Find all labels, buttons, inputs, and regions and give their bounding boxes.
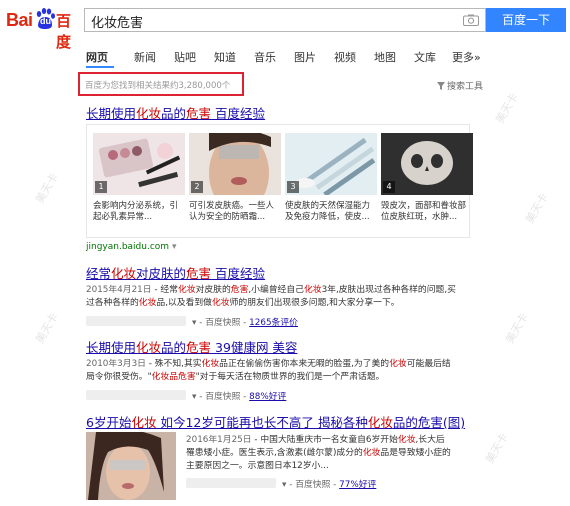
watermark: 美天卡 [493,90,521,126]
watermark: 美天卡 [483,430,511,466]
thumbnail-number: 2 [191,181,203,193]
watermark: 美天卡 [33,310,61,346]
tab-web[interactable]: 网页 [86,49,108,65]
result-snippet-4-line-1: 2016年1月25日 - 中国大陆重庆市一名女童自6岁开始化妆,长大后 [186,435,445,445]
thumbnail-brushes[interactable]: 3 [285,133,377,195]
result-meta-3: ▾ - 百度快照 - 88%好评 [192,392,287,402]
result-title-2[interactable]: 经常化妆对皮肤的危害 百度经验 [86,263,265,282]
result-snippet-4-line-3: 主要原因之一。示意图日本12岁小... [186,461,329,471]
result-count: 百度为您找到相关结果约3,280,000个 [85,81,231,91]
watermark: 美天卡 [503,310,531,346]
image-strip: 1 2 3 4 会影响内分泌系统，引 起必乳素异常... 可引发皮肤癌。一些人 … [86,124,473,238]
blurred-url [86,390,186,400]
tab-news[interactable]: 新闻 [134,49,156,65]
caption-3: 使皮肤的天然保湿能力 及免疫力降低，使皮... [285,201,371,222]
tab-map[interactable]: 地图 [374,49,396,65]
result-snippet-2-line-2: 过各种各样的化妆品,以及看到做化妆师的朋友们出现很多问题,和大家分享一下。 [86,298,400,308]
tab-more[interactable]: 更多» [452,49,481,65]
result-title-3[interactable]: 长期使用化妆品的危害 39健康网 美容 [86,337,297,356]
blurred-url [186,478,276,488]
tab-tieba[interactable]: 贴吧 [174,49,196,65]
tab-video[interactable]: 视频 [334,49,356,65]
logo-bai-text: Bai [6,10,33,30]
search-tools-button[interactable]: 搜索工具 [437,79,483,92]
snapshot-link[interactable]: 百度快照 [205,318,240,328]
caption-2: 可引发皮肤癌。一些人 认为安全的防晒霜... [189,201,275,222]
camera-icon[interactable] [463,14,479,26]
reviews-link[interactable]: 77%好评 [339,480,376,490]
active-tab-indicator [86,66,114,68]
snapshot-link[interactable]: 百度快照 [205,392,240,402]
header: Bai du 百度 化妆危害 百度一下 [0,0,570,51]
result-snippet-3-line-2: 局令你很受伤。"化妆品危害"对于每天活在物质世界的我们是一个严肃话题。 [86,372,385,382]
search-button[interactable]: 百度一下 [486,8,566,32]
thumbnail-skull-powder[interactable]: 4 [381,133,473,195]
result-snippet-4-line-2: 罹患矮小症。医生表示,含激素(雌尔蒙)成分的化妆品是导致矮小症的 [186,448,451,458]
caption-1: 会影响内分泌系统，引 起必乳素异常... [93,201,179,222]
reviews-link[interactable]: 1265条评价 [249,318,298,328]
watermark: 美天卡 [523,190,551,226]
tab-music[interactable]: 音乐 [254,49,276,65]
watermark: 美天卡 [33,170,61,206]
snapshot-link[interactable]: 百度快照 [295,480,330,490]
result-thumbnail-girl[interactable] [86,432,176,500]
baidu-logo[interactable]: Bai du 百度 [6,8,84,51]
logo-du-text: du [40,16,51,26]
tab-zhidao[interactable]: 知道 [214,49,236,65]
result-meta-4: ▾ - 百度快照 - 77%好评 [282,480,377,490]
tab-wenku[interactable]: 文库 [414,49,436,65]
result-url-1[interactable]: jingyan.baidu.com ▾ [86,242,176,252]
logo-cn-text: 百度 [56,12,72,51]
reviews-link[interactable]: 88%好评 [249,392,286,402]
caption-4: 毁皮次，面部和眷妆部 位皮肤红斑，水肿... [381,201,467,222]
search-query[interactable]: 化妆危害 [91,12,143,31]
result-meta-2: ▾ - 百度快照 - 1265条评价 [192,318,298,328]
result-title-4[interactable]: 6岁开始化妆 如今12岁可能再也长不高了 揭秘各种化妆品的危害(图) [86,412,465,431]
filter-icon [437,82,445,90]
tab-images[interactable]: 图片 [294,49,316,65]
result-title-1[interactable]: 长期使用化妆品的危害 百度经验 [86,103,265,122]
search-input[interactable]: 化妆危害 [84,8,486,32]
thumbnail-number: 4 [383,181,395,193]
result-snippet-2-line-1: 2015年4月21日 - 经常化妆对皮肤的危害,小编曾经自己化妆3年,皮肤出现过… [86,285,456,295]
search-tools-label: 搜索工具 [447,82,484,92]
thumbnail-number: 1 [95,181,107,193]
thumbnail-face[interactable]: 2 [189,133,281,195]
blurred-url [86,316,186,326]
thumbnail-makeup-palette[interactable]: 1 [93,133,185,195]
result-snippet-3-line-1: 2010年3月3日 - 殊不知,其实化妆品正在偷偷伤害你本来无暇的脸蛋,为了美的… [86,359,451,369]
thumbnail-number: 3 [287,181,299,193]
